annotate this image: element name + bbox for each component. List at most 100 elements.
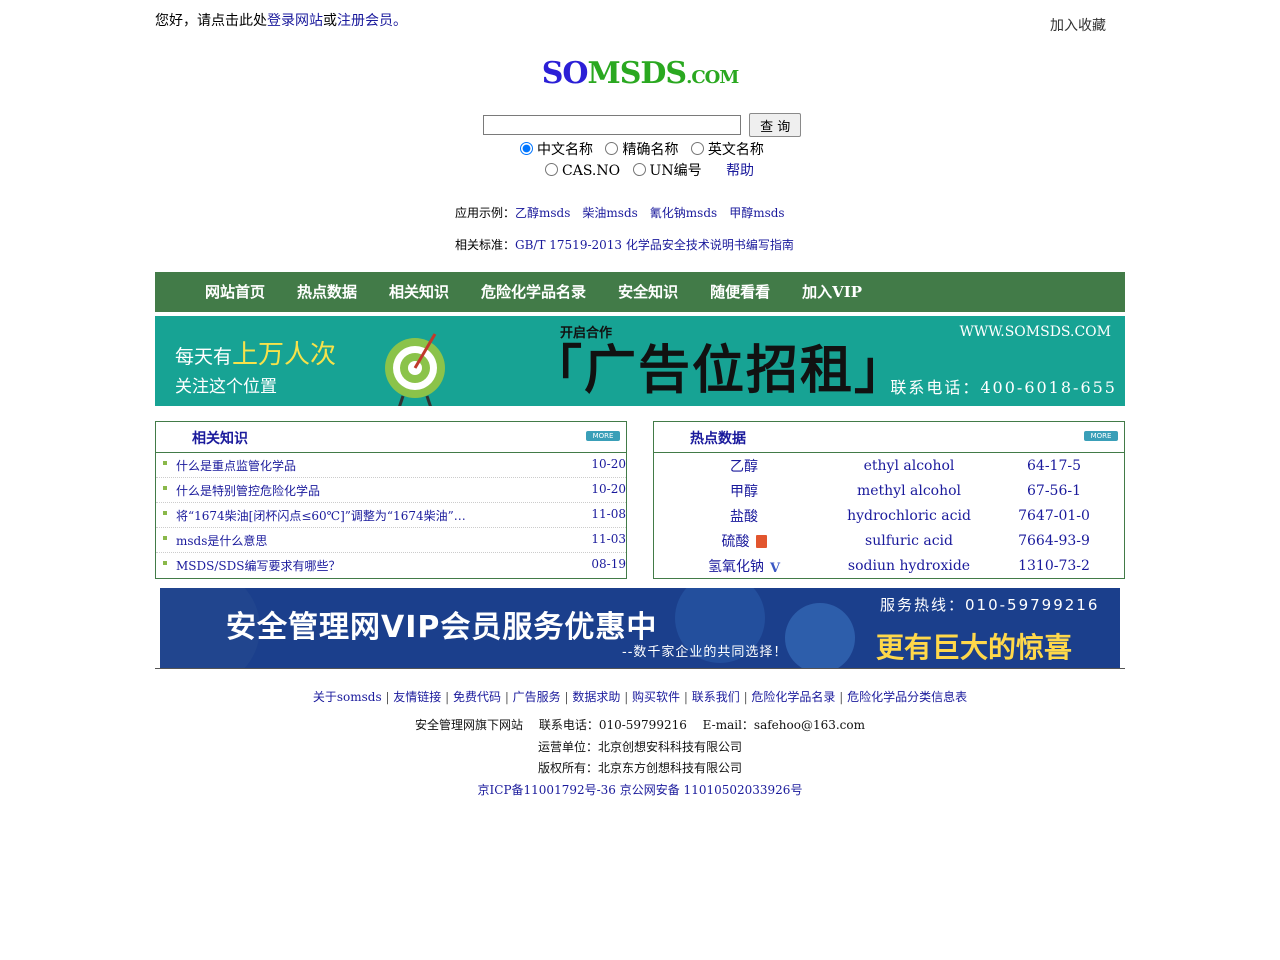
vip-icon[interactable]: V xyxy=(770,561,780,576)
footer-link-friends[interactable]: 友情链接 xyxy=(393,690,441,704)
ad-banner[interactable]: 每天有上万人次 关注这个位置 开启合作 「广告位招租」 WWW.SOMSDS.C… xyxy=(155,316,1125,406)
hot-data-panel: 热点数据 MORE 乙醇 ethyl alcohol 64-17-5 甲醇 me… xyxy=(653,421,1125,579)
chemical-en-name[interactable]: methyl alcohol xyxy=(834,478,984,503)
footer-link-contact[interactable]: 联系我们 xyxy=(692,690,740,704)
hot-panel-title[interactable]: 热点数据 xyxy=(690,428,746,448)
radio-cas-no-input[interactable] xyxy=(545,163,558,176)
item-date: 11-08 xyxy=(591,507,626,521)
example-link[interactable]: 氰化钠msds xyxy=(650,206,717,220)
table-row: 甲醇 methyl alcohol 67-56-1 xyxy=(654,478,1124,503)
pdf-icon[interactable] xyxy=(755,534,767,548)
chemical-cn-name[interactable]: 盐酸 xyxy=(654,503,834,528)
example-link[interactable]: 柴油msds xyxy=(582,206,637,220)
standard-label: 相关标准： xyxy=(455,238,516,252)
footer-links: 关于somsds | 友情链接 | 免费代码 | 广告服务 | 数据求助 | 购… xyxy=(312,690,968,704)
help-link[interactable]: 帮助 xyxy=(726,163,754,179)
chemical-cn-name[interactable]: 乙醇 xyxy=(654,453,834,478)
examples-label: 应用示例： xyxy=(455,206,516,220)
footer-link-data-help[interactable]: 数据求助 xyxy=(572,690,620,704)
footer-icp[interactable]: 京ICP备11001792号-36 京公网安备 11010502033926号 xyxy=(0,781,1280,798)
knowledge-link[interactable]: 将“1674柴油[闭杯闪点≤60℃]”调整为“1674柴油”… xyxy=(176,507,466,524)
item-date: 10-20 xyxy=(591,457,626,471)
chemical-en-name[interactable]: hydrochloric acid xyxy=(834,503,984,528)
register-link[interactable]: 注册会员 xyxy=(337,13,393,29)
knowledge-panel-title[interactable]: 相关知识 xyxy=(192,428,248,448)
chemical-cn-name[interactable]: 硫酸 xyxy=(654,528,834,553)
footer-link-about[interactable]: 关于somsds xyxy=(313,690,382,704)
chemical-en-name[interactable]: sodiun hydroxide xyxy=(834,553,984,578)
cn-name-text: 乙醇 xyxy=(730,458,758,475)
list-item: msds是什么意思 11-03 xyxy=(156,528,626,553)
radio-english-name-input[interactable] xyxy=(690,142,704,155)
hot-data-table: 乙醇 ethyl alcohol 64-17-5 甲醇 methyl alcoh… xyxy=(654,453,1124,578)
footer-contact: 安全管理网旗下网站 联系电话：010-59799216 E-mail：safeh… xyxy=(415,718,865,732)
site-logo[interactable]: SOMSDS.COM xyxy=(0,56,1280,91)
ad-line-2: 关注这个位置 xyxy=(175,377,277,397)
item-date: 08-19 xyxy=(591,557,626,571)
hot-more-button[interactable]: MORE xyxy=(1084,431,1118,441)
nav-safety-knowledge[interactable]: 安全知识 xyxy=(618,272,678,312)
knowledge-link[interactable]: msds是什么意思 xyxy=(176,532,267,549)
radio-chinese-name[interactable]: 中文名称 xyxy=(520,142,593,158)
search-bar: 查 询 xyxy=(483,113,802,137)
footer-link-free-code[interactable]: 免费代码 xyxy=(453,690,501,704)
item-date: 11-03 xyxy=(591,532,626,546)
search-button[interactable]: 查 询 xyxy=(749,113,802,137)
footer-link-hazardous-list[interactable]: 危险化学品名录 xyxy=(751,690,835,704)
login-link[interactable]: 登录网站 xyxy=(267,13,323,29)
hot-panel-header: 热点数据 MORE xyxy=(654,422,1124,453)
footer-link-classification[interactable]: 危险化学品分类信息表 xyxy=(847,690,967,704)
usage-examples: 应用示例：乙醇msds 柴油msds 氰化钠msds 甲醇msds xyxy=(455,204,797,221)
list-item: MSDS/SDS编写要求有哪些？ 08-19 xyxy=(156,553,626,577)
nav-hazardous-list[interactable]: 危险化学品名录 xyxy=(481,272,586,312)
radio-un-number-input[interactable] xyxy=(632,163,646,176)
knowledge-more-button[interactable]: MORE xyxy=(586,431,620,441)
ad-line-1a: 每天有 xyxy=(175,346,233,368)
chemical-cn-name[interactable]: 甲醇 xyxy=(654,478,834,503)
standard-link[interactable]: GB/T 17519-2013 化学品安全技术说明书编写指南 xyxy=(515,238,794,252)
chemical-cas[interactable]: 64-17-5 xyxy=(984,453,1124,478)
logo-part-com: .COM xyxy=(686,67,739,88)
knowledge-link[interactable]: 什么是特别管控危险化学品 xyxy=(176,482,320,499)
radio-label: CAS.NO xyxy=(562,163,621,179)
knowledge-link[interactable]: MSDS/SDS编写要求有哪些？ xyxy=(176,557,340,574)
radio-exact-name[interactable]: 精确名称 xyxy=(605,142,678,158)
bullet-icon xyxy=(163,561,167,565)
radio-un-number[interactable]: UN编号 xyxy=(632,163,702,179)
radio-english-name[interactable]: 英文名称 xyxy=(690,142,764,158)
example-link[interactable]: 甲醇msds xyxy=(729,206,784,220)
ad-line-1: 每天有上万人次 xyxy=(175,334,336,371)
radio-exact-name-input[interactable] xyxy=(605,142,619,155)
vip-banner[interactable]: 安全管理网VIP会员服务优惠中 --数千家企业的共同选择！ 服务热线：010-5… xyxy=(160,588,1120,668)
nav-home[interactable]: 网站首页 xyxy=(205,272,265,312)
cn-name-text: 甲醇 xyxy=(730,483,758,500)
radio-chinese-name-input[interactable] xyxy=(520,142,533,155)
chemical-cas[interactable]: 7664-93-9 xyxy=(984,528,1124,553)
footer-link-ads[interactable]: 广告服务 xyxy=(513,690,561,704)
table-row: 硫酸 sulfuric acid 7664-93-9 xyxy=(654,528,1124,553)
list-item: 什么是重点监管化学品 10-20 xyxy=(156,453,626,478)
nav-knowledge[interactable]: 相关知识 xyxy=(389,272,449,312)
knowledge-link[interactable]: 什么是重点监管化学品 xyxy=(176,457,296,474)
example-link[interactable]: 乙醇msds xyxy=(515,206,570,220)
chemical-cn-name[interactable]: 氢氧化钠 V xyxy=(654,553,834,578)
radio-label: UN编号 xyxy=(649,163,702,179)
chemical-en-name[interactable]: ethyl alcohol xyxy=(834,453,984,478)
list-item: 将“1674柴油[闭杯闪点≤60℃]”调整为“1674柴油”… 11-08 xyxy=(156,503,626,528)
footer-link-buy-software[interactable]: 购买软件 xyxy=(632,690,680,704)
nav-hot-data[interactable]: 热点数据 xyxy=(297,272,357,312)
ad-headline: 「广告位招租」 xyxy=(530,341,909,401)
nav-join-vip[interactable]: 加入VIP xyxy=(802,272,862,312)
chemical-cas[interactable]: 67-56-1 xyxy=(984,478,1124,503)
search-type-row-1: 中文名称 精确名称 英文名称 xyxy=(520,139,772,159)
search-input[interactable] xyxy=(483,115,741,135)
logo-part-msds: MSDS xyxy=(587,56,688,91)
nav-random[interactable]: 随便看看 xyxy=(710,272,770,312)
radio-label: 精确名称 xyxy=(622,142,679,158)
chemical-cas[interactable]: 7647-01-0 xyxy=(984,503,1124,528)
add-favorite-link[interactable]: 加入收藏 xyxy=(1050,15,1106,35)
chemical-cas[interactable]: 1310-73-2 xyxy=(984,553,1124,578)
chemical-en-name[interactable]: sulfuric acid xyxy=(834,528,984,553)
bullet-icon xyxy=(163,486,167,490)
radio-cas-no[interactable]: CAS.NO xyxy=(545,163,620,179)
